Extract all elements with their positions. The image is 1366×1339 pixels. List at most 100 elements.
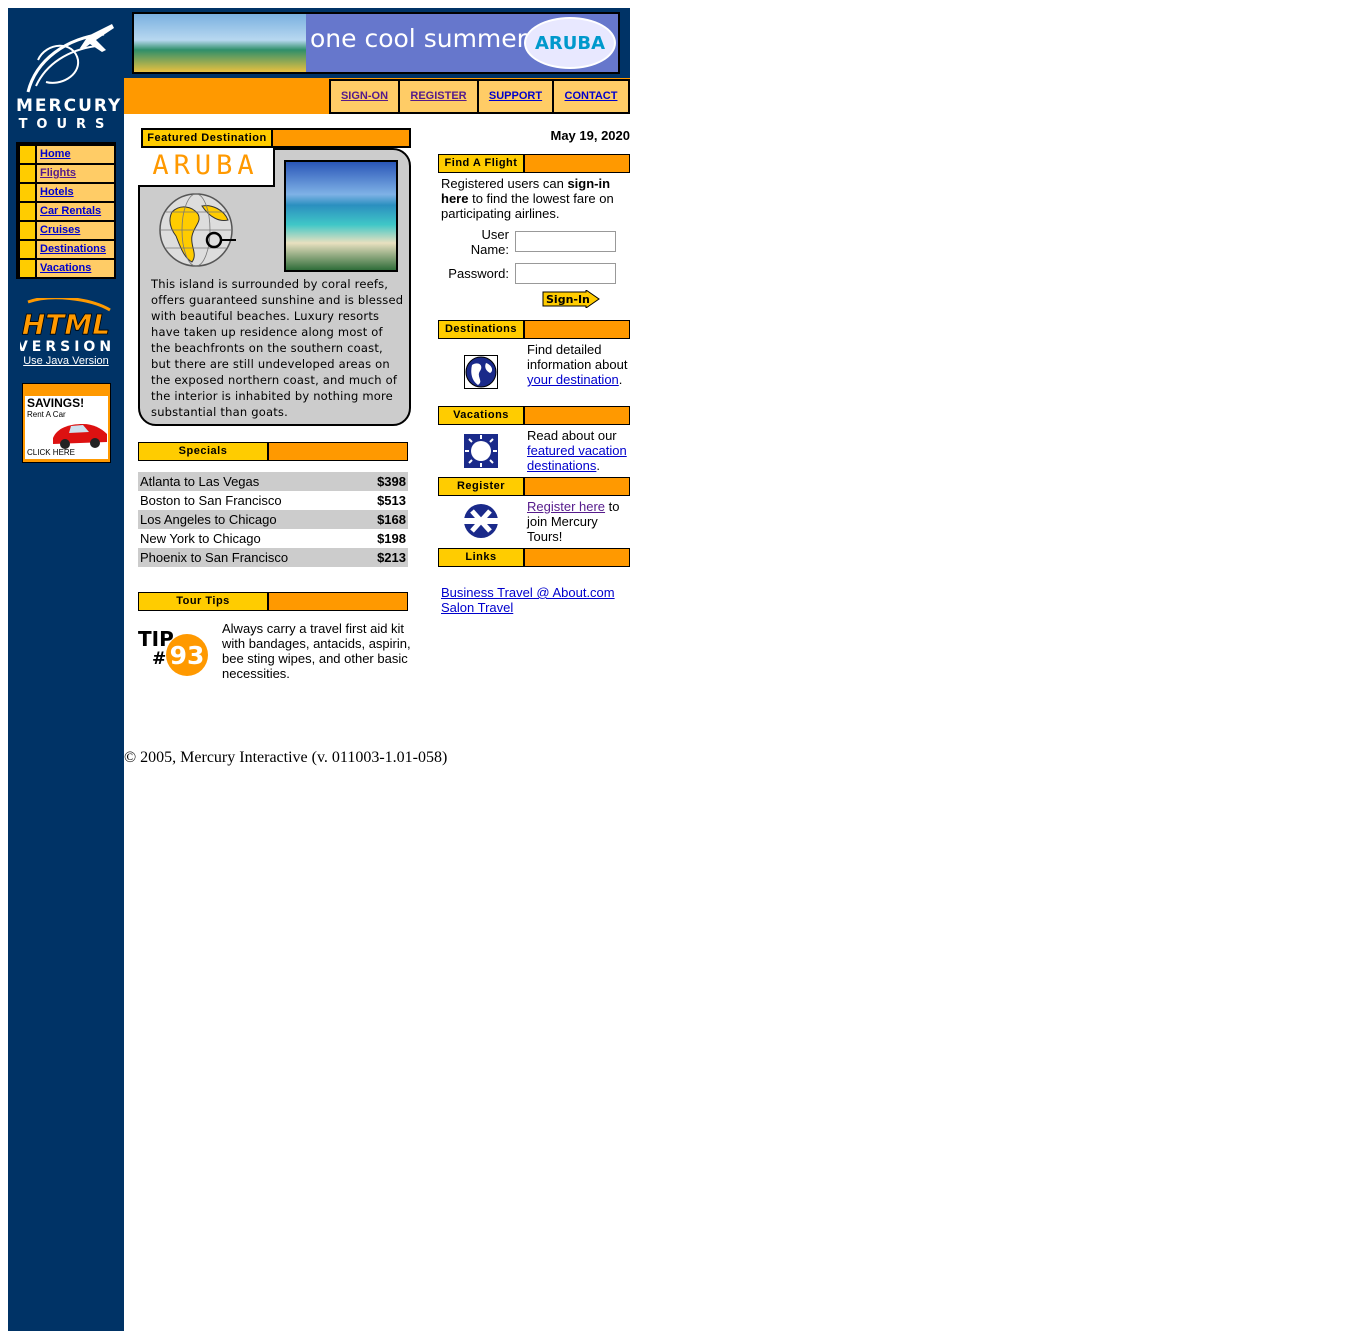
special-price: $168 (377, 512, 406, 527)
side-nav-item-car-rentals: Car Rentals (20, 203, 114, 220)
vac-text-pre: Read about our (527, 428, 617, 443)
globe-icon (464, 355, 498, 389)
vacations-header: Vacations (438, 406, 630, 425)
register-header-label: Register (439, 478, 525, 495)
ad-image: SAVINGS! Rent A Car CLICK HERE (25, 396, 108, 459)
nav-link-home[interactable]: Home (40, 148, 71, 160)
username-input[interactable] (515, 231, 616, 252)
nav-link-destinations[interactable]: Destinations (40, 243, 106, 255)
svg-text:93: 93 (170, 641, 205, 670)
register-link[interactable]: REGISTER (410, 90, 466, 102)
table-row: Phoenix to San Francisco $213 (138, 548, 408, 567)
banner-photo (134, 14, 306, 72)
nav-link-car-rentals[interactable]: Car Rentals (40, 205, 101, 217)
banner-slogan: one cool summer (310, 24, 527, 53)
table-row: Boston to San Francisco $513 (138, 491, 408, 510)
globe-icon (159, 193, 236, 267)
specials-table: Atlanta to Las Vegas $398 Boston to San F… (138, 472, 408, 567)
password-label: Password: (448, 266, 509, 281)
nav-link-cruises[interactable]: Cruises (40, 224, 80, 236)
nav-link-hotels[interactable]: Hotels (40, 186, 74, 198)
svg-text:Sign-In: Sign-In (546, 293, 590, 306)
mercury-tours-logo[interactable]: MERCURY TOURS (16, 20, 123, 132)
vac-text-post: . (596, 458, 601, 473)
ad-cta: CLICK HERE (27, 448, 76, 457)
table-row: Los Angeles to Chicago $168 (138, 510, 408, 529)
register-x-icon (464, 504, 498, 538)
svg-text:#: # (152, 649, 166, 669)
red-car-icon (53, 424, 107, 449)
rent-a-car-ad[interactable]: SAVINGS! Rent A Car CLICK HERE (22, 383, 111, 463)
salon-travel-link[interactable]: Salon Travel (441, 600, 630, 615)
special-price: $513 (377, 493, 406, 508)
tip-number-icon: TIP # 93 (138, 627, 208, 676)
dest-text-post: . (618, 372, 623, 387)
banner-image: one cool summer ARUBA (132, 12, 620, 74)
your-destination-link[interactable]: your destination (527, 372, 619, 387)
logo-wordmark: MERCURY (16, 96, 123, 116)
side-nav-item-flights: Flights (20, 165, 114, 182)
support-link[interactable]: SUPPORT (489, 90, 542, 102)
username-label: User Name: (470, 227, 509, 257)
vacations-text: Read about our featured vacation destina… (527, 428, 630, 473)
plane-orbit-icon (26, 24, 114, 93)
links-header: Links (438, 548, 630, 567)
table-row: New York to Chicago $198 (138, 529, 408, 548)
sign-on-link[interactable]: SIGN-ON (341, 90, 388, 102)
current-date: May 19, 2020 (550, 128, 630, 143)
destinations-header: Destinations (438, 320, 630, 339)
nav-link-vacations[interactable]: Vacations (40, 262, 91, 274)
special-route: Los Angeles to Chicago (140, 512, 277, 527)
top-nav-item-contact: CONTACT (554, 81, 628, 112)
top-nav-item-support: SUPPORT (479, 81, 552, 112)
copyright: © 2005, Mercury Interactive (v. 011003-1… (124, 749, 448, 766)
top-nav-item-sign-on: SIGN-ON (331, 81, 398, 112)
svg-text:TIP: TIP (138, 627, 174, 651)
links-header-label: Links (439, 549, 525, 566)
special-route: New York to Chicago (140, 531, 261, 546)
tour-tip-text: Always carry a travel first aid kit with… (222, 621, 411, 681)
special-route: Phoenix to San Francisco (140, 550, 289, 565)
destinations-header-label: Destinations (439, 321, 525, 338)
svg-text:VERSION: VERSION (20, 339, 112, 353)
top-nav-links: SIGN-ON REGISTER SUPPORT CONTACT (329, 79, 630, 114)
find-flight-header: Find A Flight (438, 154, 630, 173)
register-header: Register (438, 477, 630, 496)
side-nav-item-vacations: Vacations (20, 260, 114, 277)
destinations-text: Find detailed information about your des… (527, 342, 630, 387)
find-flight-intro: Registered users can sign-in here to fin… (441, 176, 627, 221)
find-flight-header-label: Find A Flight (439, 155, 525, 172)
side-nav-item-destinations: Destinations (20, 241, 114, 258)
sign-in-button[interactable]: Sign-In (542, 290, 600, 308)
contact-link[interactable]: CONTACT (565, 90, 618, 102)
java-version-area: Use Java Version (8, 355, 124, 367)
featured-destination: ARUBA This island is surrounded by coral… (138, 128, 411, 426)
password-input[interactable] (515, 263, 616, 284)
featured-vacation-link[interactable]: featured vacation destinations (527, 443, 627, 473)
svg-text:HTML: HTML (22, 308, 110, 341)
nav-link-flights[interactable]: Flights (40, 167, 76, 179)
special-route: Atlanta to Las Vegas (140, 474, 260, 489)
side-nav-item-cruises: Cruises (20, 222, 114, 239)
featured-header-label: Featured Destination (143, 130, 273, 146)
top-banner[interactable]: one cool summer ARUBA (124, 8, 630, 78)
tour-tips-header: Tour Tips (138, 592, 408, 611)
dest-text-pre: Find detailed information about (527, 342, 628, 372)
business-travel-link[interactable]: Business Travel @ About.com (441, 585, 630, 600)
links-list: Business Travel @ About.com Salon Travel (441, 585, 630, 615)
featured-header: Featured Destination (141, 128, 411, 148)
side-nav-item-hotels: Hotels (20, 184, 114, 201)
left-sidebar: MERCURY TOURS Home Flights Hotels Car Re… (8, 8, 124, 1331)
register-here-link[interactable]: Register here (527, 499, 605, 514)
featured-box: ARUBA This island is surrounded by coral… (138, 148, 411, 426)
register-text: Register here to join Mercury Tours! (527, 499, 630, 544)
side-nav: Home Flights Hotels Car Rentals Cruises … (16, 142, 116, 279)
use-java-version-link[interactable]: Use Java Version (23, 355, 109, 367)
top-nav-item-register: REGISTER (400, 81, 477, 112)
specials-header-label: Specials (139, 443, 269, 460)
logo-wordmark-sub: TOURS (18, 117, 114, 132)
vacations-header-label: Vacations (439, 407, 525, 424)
special-route: Boston to San Francisco (140, 493, 282, 508)
featured-name: ARUBA (138, 148, 275, 187)
sun-icon (464, 434, 498, 468)
